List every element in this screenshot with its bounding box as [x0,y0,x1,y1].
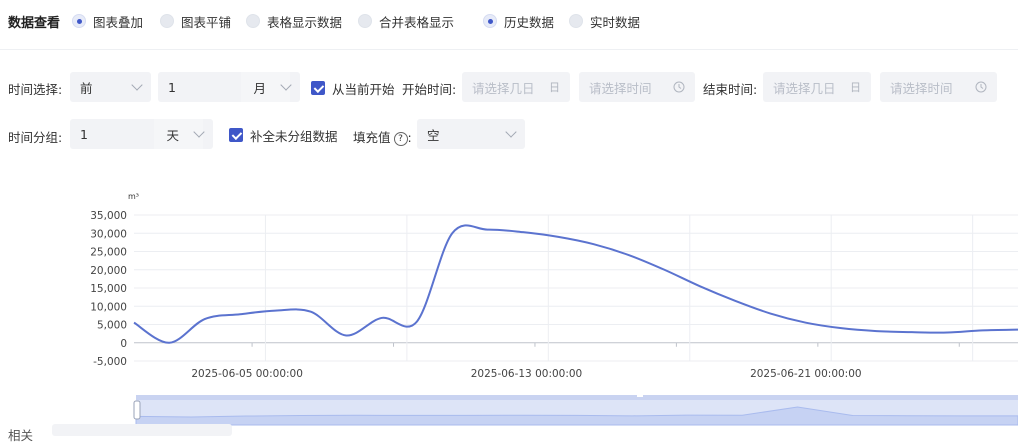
radio-merged-table[interactable]: 合并表格显示 [358,12,454,30]
checkbox-label: 补全未分组数据 [250,128,338,144]
start-date-placeholder: 请选择几日 [472,80,535,96]
end-time-label: 结束时间: [703,82,758,97]
checkbox-checked-icon[interactable] [229,128,243,142]
y-unit-label: m³ [128,192,139,201]
fill-value-label: 填充值?: [353,130,412,146]
end-time-placeholder: 请选择时间 [890,80,953,96]
radio-chart-tile[interactable]: 图表平铺 [160,12,231,30]
unit-select[interactable]: 月 [241,72,292,102]
end-date-picker[interactable]: 请选择几日 日 [763,72,871,102]
end-date-placeholder: 请选择几日 [773,80,836,96]
x-tick-label: 2025-06-21 00:00:00 [750,368,862,380]
amount-value[interactable]: 1 [168,80,176,95]
unit-value: 月 [253,80,266,96]
bottom-select[interactable] [52,424,232,436]
zoom-slider-grip [637,395,643,397]
radio-dot[interactable] [358,14,372,28]
y-tick-label: 20,000 [90,265,127,277]
end-time-picker[interactable]: 请选择时间 [880,72,997,102]
radio-dot[interactable] [160,14,174,28]
start-time-placeholder: 请选择时间 [589,80,652,96]
zoom-slider-left-handle[interactable] [133,400,141,420]
radio-label: 合并表格显示 [379,14,455,30]
y-tick-label: 10,000 [90,301,127,313]
start-date-picker[interactable]: 请选择几日 日 [462,72,570,102]
group-unit-select[interactable]: 天 [154,119,205,149]
y-tick-label: 5,000 [97,320,127,332]
radio-dot[interactable] [246,14,260,28]
zoom-slider-top-band [136,395,1018,400]
radio-label: 表格显示数据 [267,14,343,30]
from-now-checkbox[interactable]: 从当前开始 [311,79,395,97]
direction-select[interactable]: 前 [70,72,151,102]
y-tick-label: 30,000 [90,228,127,240]
checkbox-checked-icon[interactable] [311,81,325,95]
radio-label: 实时数据 [590,14,641,30]
help-icon[interactable]: ? [393,131,408,146]
y-tick-label: -5,000 [93,356,127,368]
amount-unit-input[interactable]: 1 月 [158,72,300,102]
chevron-down-icon [280,79,292,91]
start-time-picker[interactable]: 请选择时间 [579,72,695,102]
checkbox-label: 从当前开始 [332,81,395,97]
group-amount-unit-input[interactable]: 1 天 [70,119,213,149]
time-select-label: 时间选择: [8,82,63,97]
chevron-down-icon [193,126,205,138]
radio-dot[interactable] [483,14,497,28]
radio-realtime-data[interactable]: 实时数据 [569,12,640,30]
group-amount-value[interactable]: 1 [80,127,88,142]
radio-label: 图表叠加 [93,14,144,30]
fill-missing-checkbox[interactable]: 补全未分组数据 [229,126,338,144]
group-label: 时间分组: [8,130,63,145]
bottom-partial-label: 相关 [8,428,34,443]
radio-table-display[interactable]: 表格显示数据 [246,12,342,30]
y-tick-label: 0 [120,338,127,350]
page-title: 数据查看 [8,16,61,31]
radio-dot[interactable] [72,14,86,28]
fill-value: 空 [427,127,440,143]
direction-value: 前 [80,80,93,96]
group-unit-value: 天 [166,127,179,143]
x-tick-label: 2025-06-05 00:00:00 [191,368,303,380]
y-tick-label: 25,000 [90,247,127,259]
chevron-down-icon [131,79,143,91]
calendar-icon: 日 [549,81,560,94]
clock-icon [673,81,685,93]
x-tick-label: 2025-06-13 00:00:00 [471,368,583,380]
chevron-down-icon [505,126,517,138]
start-time-label: 开始时间: [402,82,457,97]
radio-history-data[interactable]: 历史数据 [483,12,554,30]
top-bar: 数据查看 图表叠加 图表平铺 表格显示数据 合并表格显示 历史数据 实时数据 [0,0,1018,50]
calendar-icon: 日 [850,81,861,94]
series-line [133,224,1018,344]
y-tick-label: 15,000 [90,283,127,295]
y-tick-label: 35,000 [90,210,127,222]
radio-dot[interactable] [569,14,583,28]
radio-chart-overlay[interactable]: 图表叠加 [72,12,143,30]
radio-label: 历史数据 [504,14,555,30]
fill-value-label-text: 填充值 [353,130,391,145]
clock-icon [975,81,987,93]
line-chart: m³35,000 30,000 25,000 20,000 15,000 10,000 5,… [90,192,1018,426]
radio-label: 图表平铺 [181,14,232,30]
fill-value-select[interactable]: 空 [417,119,525,149]
